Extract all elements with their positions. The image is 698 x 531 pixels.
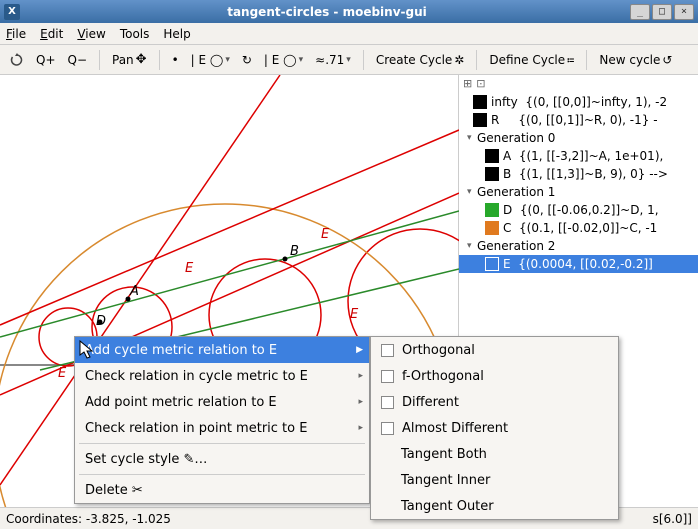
sub-orthogonal[interactable]: Orthogonal [371, 337, 618, 363]
delete-icon: ✂ [132, 483, 143, 498]
tree-generation-1[interactable]: ▾Generation 1 [459, 183, 698, 201]
checkbox-icon [381, 422, 394, 435]
sub-different[interactable]: Different [371, 389, 618, 415]
refresh-button[interactable] [6, 51, 28, 69]
tree-item-B[interactable]: B {(1, [[1,3]]~B, 9), 0} --> [459, 165, 698, 183]
sub-tangent-outer[interactable]: Tangent Outer [371, 493, 618, 519]
sub-tangent-both[interactable]: Tangent Both [371, 441, 618, 467]
menu-view[interactable]: View [77, 27, 105, 41]
new-cycle-button[interactable]: New cycle ↺ [595, 51, 676, 69]
point-tool-button[interactable]: • [168, 51, 183, 69]
create-cycle-button[interactable]: Create Cycle ✲ [372, 51, 469, 69]
toolbar: Q+ Q− Pan ✥ • | E ◯▾ ↻ | E ◯▾ ≈.71▾ Crea… [0, 45, 698, 75]
pencil-icon: ✎… [184, 452, 208, 467]
ctx-set-style[interactable]: Set cycle style ✎… [75, 446, 369, 472]
menu-help[interactable]: Help [163, 27, 190, 41]
label-A: A [129, 284, 139, 299]
sub-almost-different[interactable]: Almost Different [371, 415, 618, 441]
menu-edit[interactable]: Edit [40, 27, 63, 41]
ctx-check-cycle-metric[interactable]: Check relation in cycle metric to E▸ [75, 363, 369, 389]
side-panel-tools: ⊞ ⊡ [459, 75, 698, 93]
label-E-2: E [321, 227, 330, 242]
close-button[interactable]: × [674, 4, 694, 20]
status-coordinates: Coordinates: -3.825, -1.025 [6, 512, 171, 526]
menu-tools[interactable]: Tools [120, 27, 150, 41]
maximize-button[interactable]: □ [652, 4, 672, 20]
define-cycle-button[interactable]: Define Cycle ≔ [485, 51, 578, 69]
checkbox-icon [381, 396, 394, 409]
ctx-check-point-metric[interactable]: Check relation in point metric to E▸ [75, 415, 369, 441]
status-right: s[6.0]] [653, 512, 692, 526]
label-D: D [96, 314, 106, 329]
tree-item-D[interactable]: D {(0, [[-0.06,0.2]]~D, 1, [459, 201, 698, 219]
ctx-delete[interactable]: Delete ✂ [75, 477, 369, 503]
zoom-in-button[interactable]: Q+ [32, 51, 60, 69]
checkbox-icon [381, 344, 394, 357]
sub-f-orthogonal[interactable]: f-Orthogonal [371, 363, 618, 389]
label-E-6: E [58, 366, 67, 381]
tree-item-R[interactable]: R {(0, [[0,1]]~R, 0), -1} - [459, 111, 698, 129]
window-titlebar: X tangent-circles - moebinv-gui _ □ × [0, 0, 698, 23]
tree-generation-0[interactable]: ▾Generation 0 [459, 129, 698, 147]
tree-item-infty[interactable]: infty {(0, [[0,0]]~infty, 1), -2 [459, 93, 698, 111]
cycle-tool-2-button[interactable]: | E ◯▾ [260, 51, 307, 69]
menu-file[interactable]: File [6, 27, 26, 41]
tree-item-E[interactable]: E {(0.0004, [[0.02,-0.2]] [459, 255, 698, 273]
tree-item-A[interactable]: A {(1, [[-3,2]]~A, 1e+01), [459, 147, 698, 165]
label-B: B [290, 244, 299, 259]
rotate-tool-button[interactable]: ↻ [238, 51, 256, 69]
pan-button[interactable]: Pan ✥ [108, 50, 151, 69]
panel-tool-icon[interactable]: ⊡ [476, 77, 485, 91]
panel-tool-icon[interactable]: ⊞ [463, 77, 472, 91]
context-menu: Add cycle metric relation to E▶ Check re… [74, 336, 370, 504]
tree-item-C[interactable]: C {(0.1, [[-0.02,0]]~C, -1 [459, 219, 698, 237]
zoom-out-button[interactable]: Q− [64, 51, 92, 69]
cycle-tool-1-button[interactable]: | E ◯▾ [187, 51, 234, 69]
ctx-add-point-metric[interactable]: Add point metric relation to E▸ [75, 389, 369, 415]
checkbox-icon [381, 370, 394, 383]
minimize-button[interactable]: _ [630, 4, 650, 20]
precision-button[interactable]: ≈.71▾ [311, 51, 355, 69]
menu-bar: File Edit View Tools Help [0, 23, 698, 45]
label-E-3: E [350, 307, 359, 322]
app-icon: X [4, 4, 20, 20]
sub-tangent-inner[interactable]: Tangent Inner [371, 467, 618, 493]
ctx-add-cycle-metric[interactable]: Add cycle metric relation to E▶ [75, 337, 369, 363]
tree-generation-2[interactable]: ▾Generation 2 [459, 237, 698, 255]
context-submenu: Orthogonal f-Orthogonal Different Almost… [370, 336, 619, 520]
window-title: tangent-circles - moebinv-gui [26, 5, 628, 19]
label-E-1: E [185, 261, 194, 276]
